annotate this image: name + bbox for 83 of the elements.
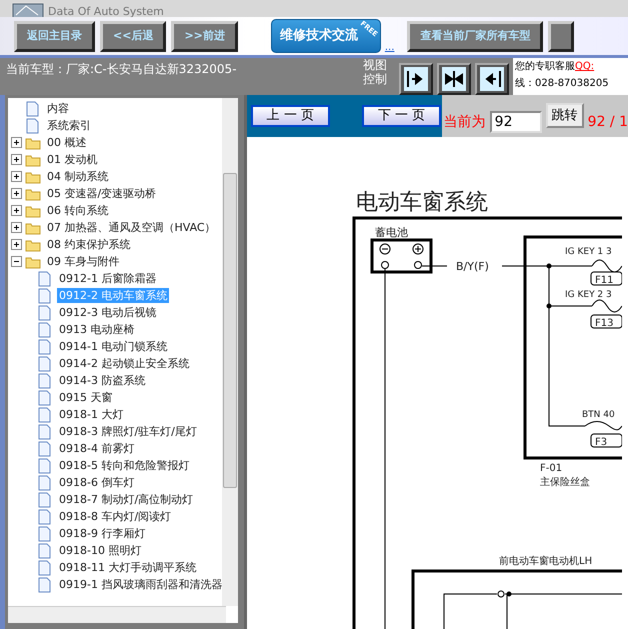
fuse-label: F3 xyxy=(594,437,607,448)
document-icon xyxy=(37,542,52,558)
arrow-icon xyxy=(442,67,466,91)
tree-item[interactable]: 0914-1 电动门锁系统 xyxy=(57,339,170,354)
tree-item[interactable]: 系统索引 xyxy=(45,118,93,133)
logo-icon xyxy=(12,3,44,17)
vertical-scrollbar[interactable] xyxy=(222,98,238,606)
tree-item[interactable]: 0913 电动座椅 xyxy=(57,322,136,337)
phone-text: 线：028-87038205 xyxy=(515,76,610,91)
next-page-button[interactable]: 下 一 页 xyxy=(362,105,442,127)
fuse-name: IG KEY 2 3 xyxy=(564,290,612,300)
tree-item[interactable]: 0918-4 前雾灯 xyxy=(57,441,136,456)
prev-page-button[interactable]: 上 一 页 xyxy=(250,105,330,127)
scrollbar-thumb[interactable] xyxy=(222,173,237,488)
document-icon xyxy=(25,100,40,116)
document-icon xyxy=(37,576,52,592)
document-icon xyxy=(37,474,52,490)
view-button[interactable] xyxy=(475,63,509,95)
view-button[interactable] xyxy=(399,63,433,95)
tree-item[interactable]: 09 车身与附件 xyxy=(45,254,122,269)
document-icon xyxy=(37,390,52,406)
document-icon xyxy=(37,322,52,338)
tree-item[interactable]: 0918-9 行李厢灯 xyxy=(57,526,148,541)
document-icon xyxy=(37,288,52,304)
tree-item[interactable]: 07 加热器、通风及空调（HVAC） xyxy=(45,220,218,235)
page-count: 92 / 1 xyxy=(588,113,628,132)
jump-button[interactable]: 跳转 xyxy=(546,103,584,128)
tree-item[interactable]: 0918-3 牌照灯/驻车灯/尾灯 xyxy=(57,424,199,439)
horizontal-scrollbar[interactable] xyxy=(8,606,226,623)
tree-item[interactable]: 06 转向系统 xyxy=(45,203,110,218)
tree-item[interactable]: 08 约束保护系统 xyxy=(45,237,132,252)
tree-item[interactable]: 0918-11 大灯手动调平系统 xyxy=(57,560,198,575)
tree-item[interactable]: 0912-3 电动后视镜 xyxy=(57,305,158,320)
page-input[interactable]: 92 xyxy=(490,111,542,133)
document-icon xyxy=(37,372,52,388)
document-icon xyxy=(37,424,52,440)
battery-label: 蓄电池 xyxy=(374,226,408,239)
document-icon xyxy=(37,508,52,524)
fuse-box-id: F-01 xyxy=(540,463,562,474)
document-icon xyxy=(37,560,52,576)
fuse-name: BTN 40 xyxy=(582,410,614,420)
fuse-box-name: 主保险丝盒 xyxy=(540,477,590,488)
fuse-label: F11 xyxy=(594,275,614,286)
view-control-label: 视图控制 xyxy=(363,58,387,88)
document-icon xyxy=(37,406,52,422)
tree-item[interactable]: 0918-5 转向和危险警报灯 xyxy=(57,458,192,473)
more-link[interactable]: ... xyxy=(384,40,394,55)
toolbar-button[interactable] xyxy=(548,20,574,52)
tree-item[interactable]: 04 制动系统 xyxy=(45,169,110,184)
tree-item[interactable]: 0912-1 后窗除霜器 xyxy=(57,271,158,286)
fuse-label: F13 xyxy=(594,318,614,329)
tree-item[interactable]: 0918-10 照明灯 xyxy=(57,543,144,558)
document-icon xyxy=(37,440,52,456)
current-model-text: 当前车型：厂家:C-长安马自达新3232005- xyxy=(5,61,237,78)
wire-label: B/Y(F) xyxy=(456,260,489,273)
tree-item[interactable]: 01 发动机 xyxy=(45,152,100,167)
tree-item[interactable]: 05 变速器/变速驱动桥 xyxy=(45,186,158,201)
tree-item[interactable]: 0915 天窗 xyxy=(57,390,114,405)
tree-item[interactable]: 0918-7 制动灯/高位制动灯 xyxy=(57,492,196,507)
document-icon xyxy=(37,458,52,474)
tree-item[interactable]: 0918-1 大灯 xyxy=(57,407,126,422)
motor-label: 前电动车窗电动机LH xyxy=(498,556,592,567)
service-label: 您的专职客服 xyxy=(515,61,575,72)
tree-item[interactable]: 0919-1 挡风玻璃雨刮器和清洗器 xyxy=(57,577,224,592)
tree-item[interactable]: 0914-2 起动锁止安全系统 xyxy=(57,356,192,371)
document-icon xyxy=(37,492,52,508)
logo-subtitle: Data Of Auto System xyxy=(48,6,164,17)
document-icon xyxy=(37,526,52,542)
document-icon xyxy=(37,356,52,372)
tree-item[interactable]: 内容 xyxy=(45,101,71,116)
document-title: 电动车窗系统 xyxy=(356,190,488,215)
view-button[interactable] xyxy=(437,63,471,95)
qq-link[interactable]: QQ: xyxy=(575,61,594,72)
current-page-label: 当前为 xyxy=(444,113,486,132)
tree-item[interactable]: 0914-3 防盗系统 xyxy=(57,373,148,388)
tree-item[interactable]: 0918-8 车内灯/阅读灯 xyxy=(57,509,174,524)
document-icon xyxy=(37,338,52,354)
document-icon xyxy=(25,118,40,134)
tree-item[interactable]: 0918-6 倒车灯 xyxy=(57,475,136,490)
fuse-name: IG KEY 1 3 xyxy=(564,247,612,257)
tree-item[interactable]: 00 概述 xyxy=(45,135,88,150)
document-icon xyxy=(37,270,52,286)
document-icon xyxy=(37,304,52,320)
